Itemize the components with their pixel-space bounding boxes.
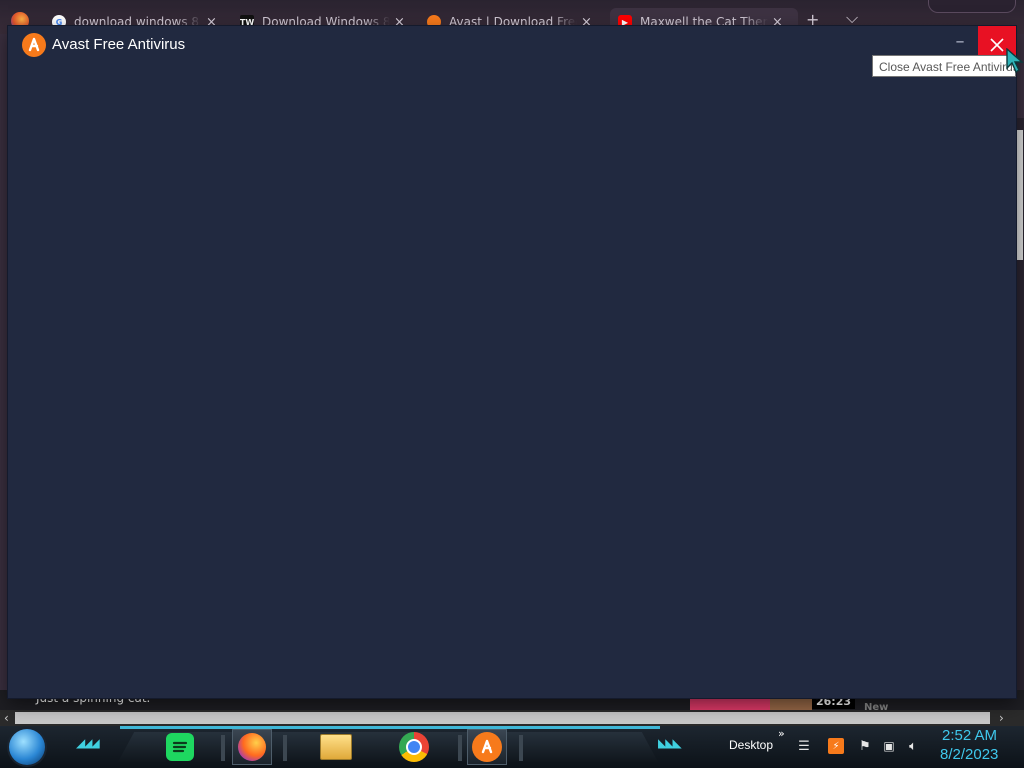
spotify-taskbar-button[interactable]: [160, 729, 200, 765]
avast-taskbar-button[interactable]: [467, 729, 507, 765]
minimize-button[interactable]: –: [952, 33, 968, 55]
avast-tray-icon[interactable]: ⚡: [828, 738, 844, 754]
firefox-icon: [238, 733, 266, 761]
file-explorer-taskbar-button[interactable]: [316, 729, 356, 765]
browser-vertical-scrollbar[interactable]: [1015, 118, 1024, 698]
mouse-cursor-icon: [1006, 48, 1024, 74]
volume-icon[interactable]: 🔈︎: [905, 738, 921, 754]
scrollbar-thumb[interactable]: [15, 712, 990, 724]
taskbar-accent: [120, 726, 660, 729]
window-title: Avast Free Antivirus: [52, 36, 186, 53]
close-icon: [990, 38, 1004, 52]
chrome-taskbar-button[interactable]: [394, 729, 434, 765]
folder-icon: [320, 734, 352, 760]
clock-time[interactable]: 2:52 AM: [942, 727, 997, 744]
avast-icon: [472, 732, 502, 762]
spotify-icon: [166, 733, 194, 761]
deco-chevrons-icon: ◣◣◣: [658, 736, 682, 750]
firefox-taskbar-button[interactable]: [232, 729, 272, 765]
avast-window: Avast Free Antivirus –: [8, 26, 1016, 698]
taskbar-separator: [283, 735, 287, 761]
close-tooltip: Close Avast Free Antivirus: [872, 55, 1016, 77]
network-icon[interactable]: ▣: [881, 738, 897, 754]
deco-chevrons-icon: ◢◢◢: [76, 736, 100, 750]
toolbar-expand-icon[interactable]: »: [778, 727, 785, 740]
taskbar-separator: [458, 735, 462, 761]
action-center-flag-icon[interactable]: ⚑: [857, 738, 873, 754]
window-frame-corner: [928, 0, 1016, 13]
chrome-icon: [399, 732, 429, 762]
deco-stripes-icon: ☰: [798, 738, 810, 754]
scroll-left-icon[interactable]: ‹: [4, 710, 9, 726]
avast-logo-icon: [22, 33, 46, 57]
taskbar: ◢◢◢ ◣◣◣ » Desktop ☰ ⚡ ⚑ ▣ 🔈︎ 2:52 AM 8/2…: [0, 726, 1024, 768]
scrollbar-thumb[interactable]: [1017, 130, 1023, 260]
list-all-tabs-button[interactable]: ⌵: [846, 8, 858, 28]
horizontal-scrollbar[interactable]: ‹ ›: [0, 710, 1024, 726]
desktop-toolbar[interactable]: Desktop: [729, 738, 773, 752]
scroll-right-icon[interactable]: ›: [999, 710, 1004, 726]
start-button[interactable]: [9, 729, 45, 765]
taskbar-separator: [221, 735, 225, 761]
clock-date[interactable]: 8/2/2023: [940, 746, 998, 763]
taskbar-separator: [519, 735, 523, 761]
